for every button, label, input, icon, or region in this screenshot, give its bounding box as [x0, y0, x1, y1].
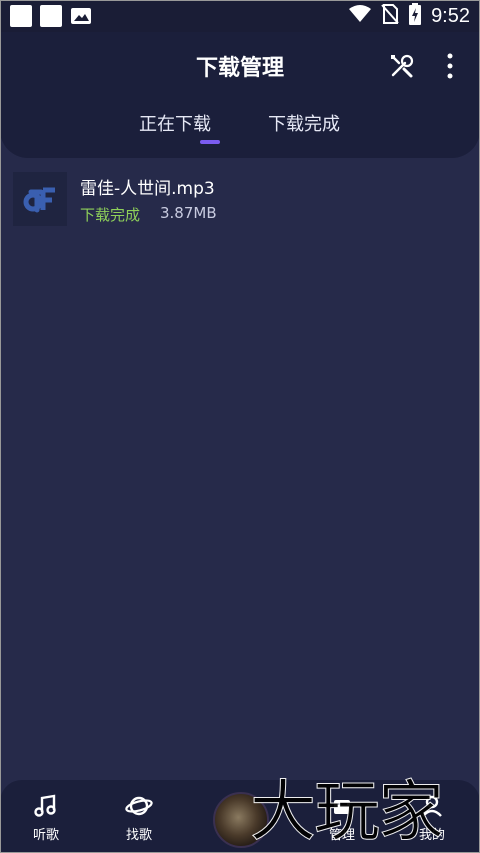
- tab-downloading[interactable]: 正在下载: [139, 110, 211, 136]
- more-button[interactable]: [438, 52, 462, 80]
- music-note-icon: [34, 794, 56, 817]
- no-sim-icon: [381, 4, 399, 28]
- tools-button[interactable]: [388, 52, 416, 80]
- album-disc-button[interactable]: [213, 792, 269, 848]
- battery-charging-icon: [409, 3, 422, 29]
- tools-icon: [391, 54, 414, 78]
- manage-icon: [334, 800, 350, 814]
- more-vertical-icon: [447, 53, 453, 79]
- profile-icon: [422, 795, 442, 817]
- file-size: 3.87MB: [160, 204, 217, 222]
- image-icon: [70, 7, 92, 25]
- status-right: 9:52: [349, 3, 470, 29]
- nav-profile[interactable]: 我的: [392, 780, 472, 853]
- planet-icon: [125, 796, 153, 816]
- nav-label: 我的: [418, 828, 445, 843]
- file-name: 雷佳-人世间.mp3: [80, 179, 215, 199]
- notification-square-icon: [10, 5, 32, 27]
- nav-label: 管理: [328, 828, 355, 843]
- status-left: [10, 5, 92, 27]
- tab-bar: 正在下载 下载完成: [0, 110, 480, 150]
- status-bar: 9:52: [0, 0, 480, 32]
- nav-label: 听歌: [32, 828, 59, 843]
- download-list-item[interactable]: 雷佳-人世间.mp3 下载完成 3.87MB: [0, 168, 480, 232]
- wifi-icon: [349, 5, 372, 27]
- app-logo-icon: [13, 172, 67, 226]
- tab-completed[interactable]: 下载完成: [268, 110, 340, 136]
- nav-find[interactable]: 找歌: [99, 780, 179, 853]
- download-status: 下载完成: [80, 206, 141, 224]
- notification-square-icon: [40, 5, 62, 27]
- nav-label: 找歌: [125, 828, 152, 843]
- nav-manage[interactable]: 管理: [302, 780, 382, 853]
- status-time: 9:52: [431, 4, 470, 27]
- nav-listen[interactable]: 听歌: [6, 780, 86, 853]
- header: 下载管理 正在下载 下载完成: [0, 32, 480, 158]
- tab-indicator: [200, 140, 220, 144]
